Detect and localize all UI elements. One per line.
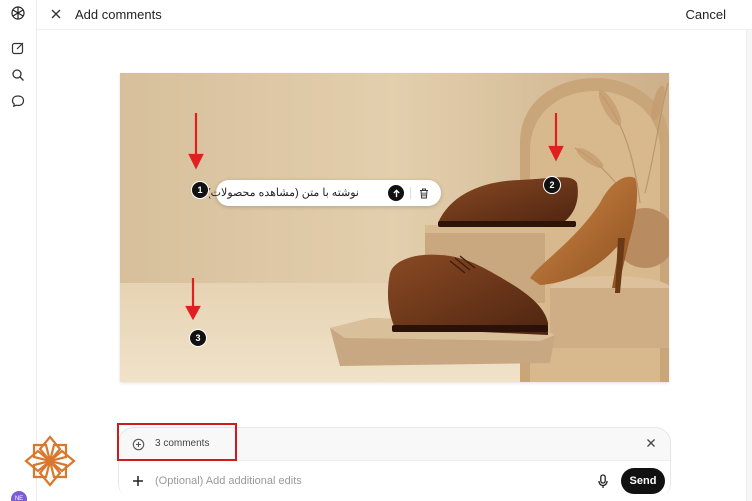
arrow-up-icon <box>392 188 400 197</box>
comment-marker-3[interactable]: 3 <box>189 329 207 347</box>
page-title: Add comments <box>75 7 162 22</box>
input-row: Send <box>119 460 670 500</box>
app-window: NE Add comments Cancel 1 2 3 نوشته با مت… <box>0 0 752 501</box>
additional-edits-input[interactable] <box>155 471 575 491</box>
avatar-initials: NE <box>14 496 24 501</box>
trash-icon <box>420 188 428 198</box>
header-bar: Add comments Cancel <box>37 0 752 30</box>
comment-text[interactable]: نوشته با متن (مشاهده محصولات)بنویس <box>209 186 359 199</box>
left-rail: NE <box>0 0 37 501</box>
submit-comment-button[interactable] <box>388 185 404 201</box>
annotation-highlight <box>117 423 237 461</box>
divider <box>410 187 411 199</box>
logo-icon <box>22 433 78 489</box>
clear-comments-icon[interactable] <box>644 436 658 450</box>
scrollbar[interactable] <box>746 30 752 501</box>
close-icon[interactable] <box>47 5 65 23</box>
delete-comment-button[interactable] <box>416 185 432 201</box>
comment-bubble: نوشته با متن (مشاهده محصولات)بنویس <box>209 180 441 206</box>
edit-image[interactable]: 1 2 3 نوشته با متن (مشاهده محصولات)بنویس <box>120 73 669 382</box>
cancel-button[interactable]: Cancel <box>686 7 726 22</box>
microphone-icon <box>598 473 608 488</box>
add-attachment-button[interactable] <box>129 472 147 490</box>
chat-bubble-icon[interactable] <box>9 92 27 110</box>
send-button[interactable]: Send <box>621 468 665 494</box>
search-icon[interactable] <box>9 66 27 84</box>
app-logo-icon[interactable] <box>9 4 27 22</box>
plus-icon <box>133 476 143 486</box>
comment-marker-1[interactable]: 1 <box>191 181 209 199</box>
new-chat-icon[interactable] <box>9 39 27 57</box>
microphone-button[interactable] <box>595 471 611 491</box>
comment-marker-2[interactable]: 2 <box>543 176 561 194</box>
user-avatar[interactable]: NE <box>11 491 27 501</box>
